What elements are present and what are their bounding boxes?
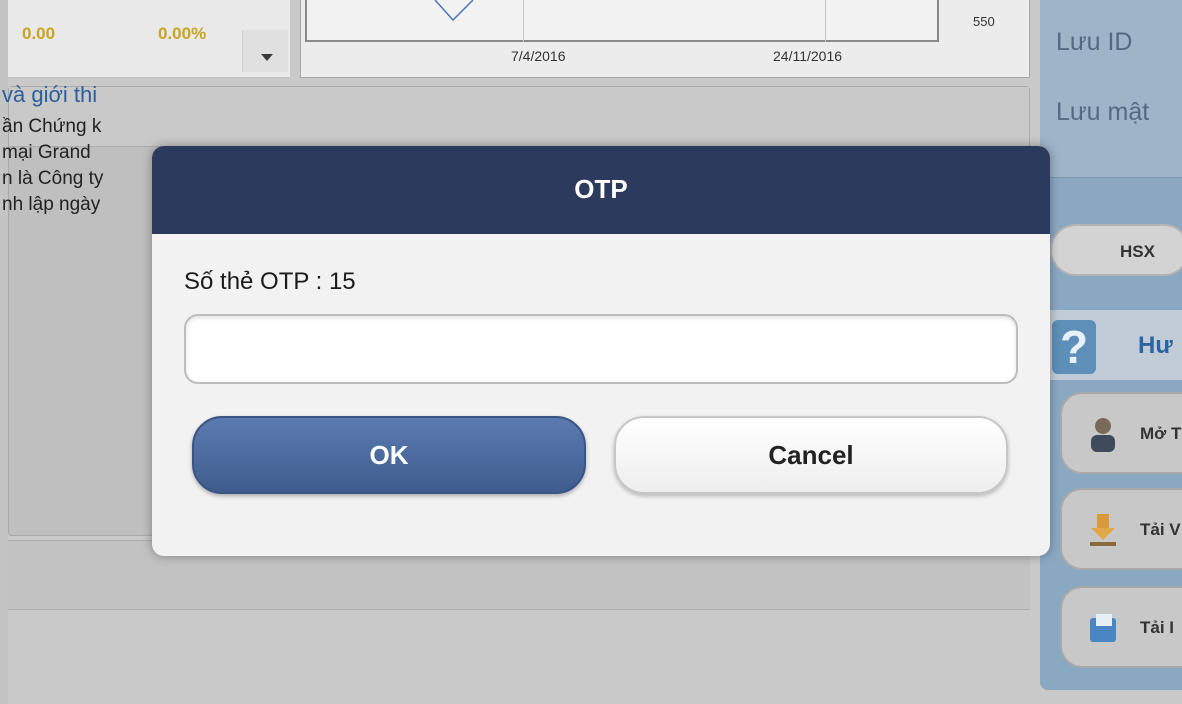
- ok-button[interactable]: OK: [192, 416, 586, 494]
- dialog-title: OTP: [574, 174, 628, 204]
- otp-card-label: Số thẻ OTP : 15: [184, 268, 356, 295]
- dialog-header: OTP: [152, 146, 1050, 234]
- otp-input[interactable]: [184, 314, 1018, 384]
- otp-dialog: OTP Số thẻ OTP : 15 OK Cancel: [152, 146, 1050, 556]
- cancel-button[interactable]: Cancel: [614, 416, 1008, 494]
